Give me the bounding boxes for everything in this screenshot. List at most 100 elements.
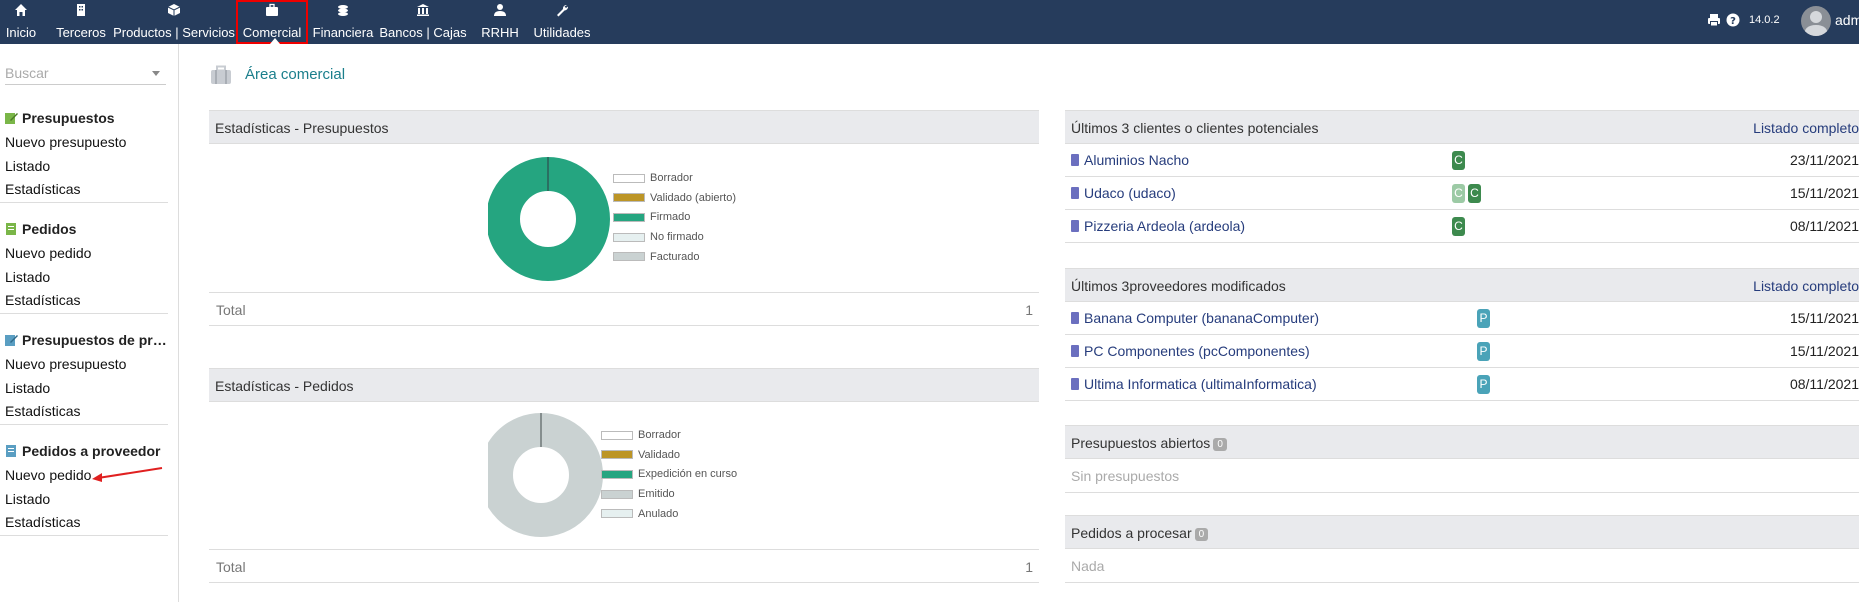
menu-productos-servicios[interactable]: Productos | Servicios <box>112 0 236 44</box>
sidebar-link-estadisticas[interactable]: Estadísticas <box>0 511 168 535</box>
supplier-badge: P <box>1477 375 1490 394</box>
row-date: 08/11/2021 <box>1789 376 1859 392</box>
legend-item: Borrador <box>601 426 737 446</box>
search-placeholder: Buscar <box>5 65 49 81</box>
total-label: Total <box>216 559 246 575</box>
count-badge: 0 <box>1194 528 1209 541</box>
menu-rrhh[interactable]: RRHH <box>478 0 522 44</box>
panel-title: Últimos 3 clientes o clientes potenciale… <box>1071 120 1319 136</box>
search-select[interactable]: Buscar <box>5 62 166 85</box>
legend-swatch <box>613 232 645 242</box>
supplier-order-icon <box>4 440 18 457</box>
empty-message: Sin presupuestos <box>1065 459 1859 493</box>
legend-item: Expedición en curso <box>601 465 737 485</box>
panel-stats-pedidos-header: Estadísticas - Pedidos <box>209 368 1039 402</box>
panel-stats-presupuestos-header: Estadísticas - Presupuestos <box>209 110 1039 144</box>
avatar[interactable] <box>1801 6 1831 36</box>
sidebar-group-pedidos: Pedidos Nuevo pedido Listado Estadística… <box>0 216 168 314</box>
list-item: Pizzeria Ardeola (ardeola) C 08/11/2021 <box>1065 210 1859 243</box>
sidebar-link-nuevo-presupuesto[interactable]: Nuevo presupuesto <box>0 353 168 377</box>
panel-presupuestos-abiertos-header: Presupuestos abiertos 0 <box>1065 425 1859 459</box>
sidebar-link-estadisticas[interactable]: Estadísticas <box>0 289 168 313</box>
list-item: Udaco (udaco) C C 15/11/2021 <box>1065 177 1859 210</box>
sidebar-link-nuevo-presupuesto[interactable]: Nuevo presupuesto <box>0 131 168 155</box>
panel-title: Presupuestos abiertos <box>1071 435 1211 451</box>
legend-item: Validado (abierto) <box>613 189 736 209</box>
suitcase-icon <box>210 65 232 88</box>
chevron-down-icon <box>152 71 160 76</box>
supplier-link[interactable]: PC Componentes (pcComponentes) <box>1071 335 1310 368</box>
coins-icon <box>310 0 376 23</box>
legend-item: Validado <box>601 446 737 466</box>
sidebar: Buscar Presupuestos Nuevo presupuesto Li… <box>0 44 179 602</box>
topbar-right: ? 14.0.2 adm <box>1699 0 1859 44</box>
sidebar-link-listado[interactable]: Listado <box>0 488 168 512</box>
prospect-badge: C <box>1452 184 1465 203</box>
total-label: Total <box>216 302 246 318</box>
row-date: 08/11/2021 <box>1789 218 1859 234</box>
legend-swatch <box>613 173 645 183</box>
legend-swatch <box>613 252 645 262</box>
sidebar-group-presupuestos: Presupuestos Nuevo presupuesto Listado E… <box>0 105 168 203</box>
sidebar-link-listado[interactable]: Listado <box>0 266 168 290</box>
red-arrow-annotation <box>92 467 163 482</box>
wrench-icon <box>532 0 592 23</box>
listado-completo-link[interactable]: Listado completo <box>1753 111 1859 145</box>
row-date: 23/11/2021 <box>1789 152 1859 168</box>
sidebar-link-listado[interactable]: Listado <box>0 377 168 401</box>
suitcase-icon <box>236 0 308 23</box>
row-date: 15/11/2021 <box>1789 185 1859 201</box>
building-icon <box>1071 220 1079 232</box>
sidebar-link-estadisticas[interactable]: Estadísticas <box>0 400 168 424</box>
legend-item: No firmado <box>613 228 736 248</box>
menu-inicio[interactable]: Inicio <box>0 0 42 44</box>
building-icon <box>1071 345 1079 357</box>
menu-label: Financiera <box>312 25 374 40</box>
sidebar-link-estadisticas[interactable]: Estadísticas <box>0 178 168 202</box>
supplier-link[interactable]: Banana Computer (bananaComputer) <box>1071 302 1319 335</box>
donut-presupuestos <box>488 157 610 281</box>
svg-text:?: ? <box>1730 16 1736 27</box>
menu-terceros[interactable]: Terceros <box>52 0 110 44</box>
sidebar-group-pedidos-proveedor: Pedidos a proveedor Nuevo pedido Listado… <box>0 438 168 536</box>
total-row-presupuestos: Total 1 <box>209 292 1039 326</box>
building-icon <box>1071 312 1079 324</box>
supplier-link[interactable]: Ultima Informatica (ultimaInformatica) <box>1071 368 1317 401</box>
help-icon[interactable]: ? <box>1726 13 1740 30</box>
sidebar-link-nuevo-pedido[interactable]: Nuevo pedido <box>0 242 168 266</box>
user-name[interactable]: adm <box>1835 12 1859 28</box>
home-icon <box>0 0 42 23</box>
menu-financiera[interactable]: Financiera <box>310 0 376 44</box>
sidebar-group-title[interactable]: Pedidos a proveedor <box>0 438 168 464</box>
legend-swatch <box>601 489 633 499</box>
client-link[interactable]: Udaco (udaco) <box>1071 177 1176 210</box>
legend-item: Borrador <box>613 169 736 189</box>
sidebar-group-presupuestos-proveedor: Presupuestos de pro… Nuevo presupuesto L… <box>0 327 168 425</box>
legend-item: Emitido <box>601 485 737 505</box>
client-link[interactable]: Pizzeria Ardeola (ardeola) <box>1071 210 1245 243</box>
sidebar-group-title[interactable]: Pedidos <box>0 216 168 242</box>
menu-label: RRHH <box>481 25 519 40</box>
sidebar-group-title[interactable]: Presupuestos <box>0 105 168 131</box>
page-title: Área comercial <box>245 66 346 83</box>
print-icon[interactable] <box>1707 13 1721 30</box>
top-menu-bar: Inicio Terceros Productos | Servicios Co… <box>0 0 1859 44</box>
legend-swatch <box>613 193 645 203</box>
legend-swatch <box>601 450 633 460</box>
user-tie-icon <box>478 0 522 23</box>
list-item: Banana Computer (bananaComputer) P 15/11… <box>1065 302 1859 335</box>
client-link[interactable]: Aluminios Nacho <box>1071 144 1189 177</box>
menu-label: Productos | Servicios <box>113 25 235 40</box>
menu-label: Bancos | Cajas <box>379 25 467 40</box>
listado-completo-link[interactable]: Listado completo <box>1753 269 1859 303</box>
list-item: Aluminios Nacho C 23/11/2021 <box>1065 144 1859 177</box>
donut-pedidos <box>488 413 603 537</box>
total-row-pedidos: Total 1 <box>209 549 1039 583</box>
active-menu-caret <box>270 38 280 44</box>
sidebar-group-title[interactable]: Presupuestos de pro… <box>0 327 168 353</box>
customer-badge: C <box>1452 151 1465 170</box>
menu-utilidades[interactable]: Utilidades <box>532 0 592 44</box>
sidebar-link-listado[interactable]: Listado <box>0 155 168 179</box>
menu-bancos-cajas[interactable]: Bancos | Cajas <box>378 0 468 44</box>
empty-message: Nada <box>1065 549 1859 583</box>
